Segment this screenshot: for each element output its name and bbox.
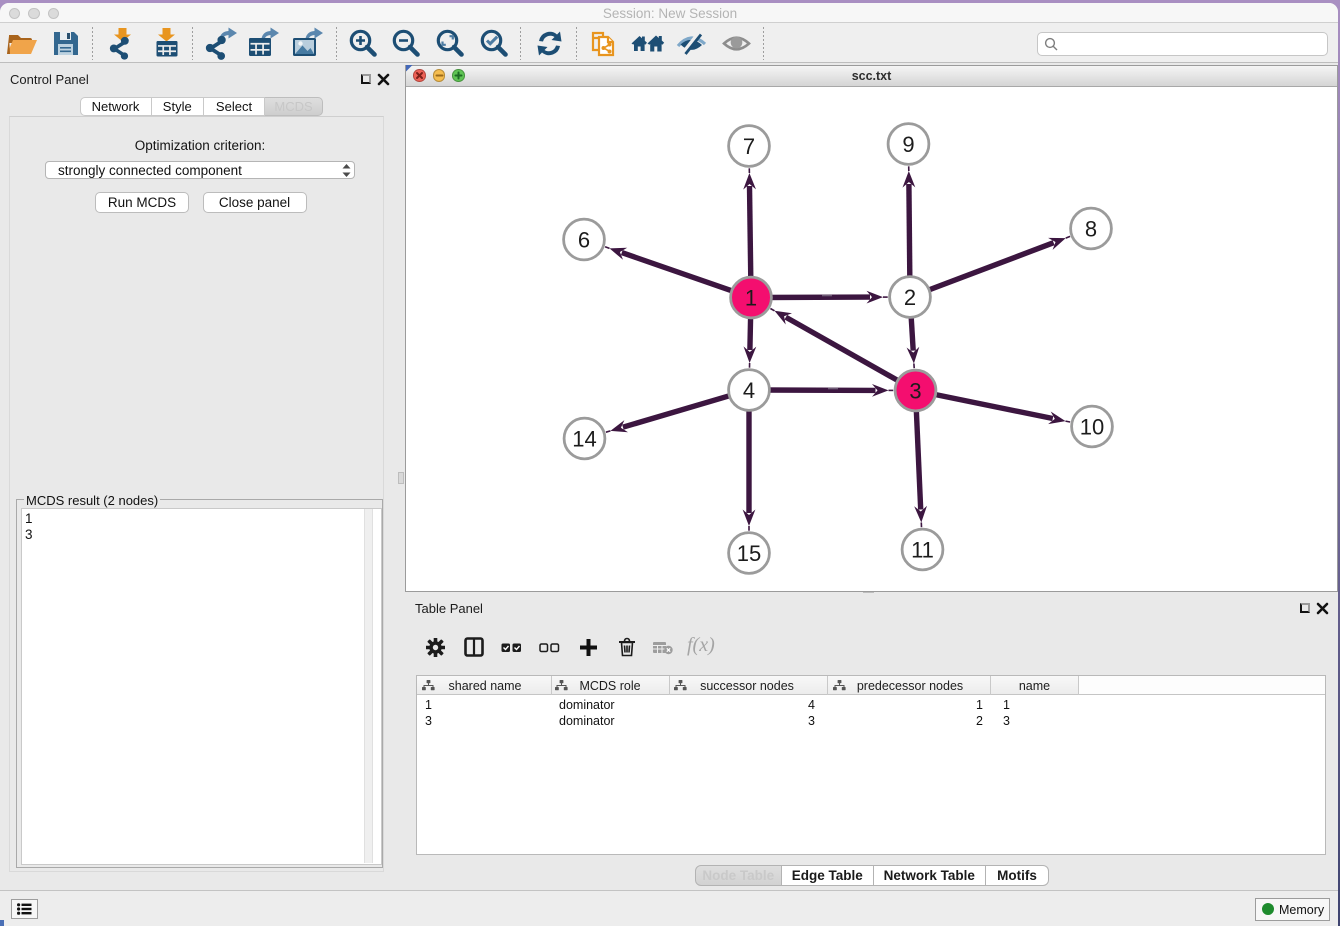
svg-text:7: 7 [743,134,755,159]
svg-text:14: 14 [572,426,596,451]
svg-text:8: 8 [1085,216,1097,241]
svg-text:4: 4 [743,378,755,403]
svg-text:2: 2 [904,285,916,310]
svg-text:10: 10 [1080,414,1104,439]
svg-text:1: 1 [745,285,757,310]
svg-text:6: 6 [578,227,590,252]
svg-text:11: 11 [911,537,934,562]
svg-text:15: 15 [737,541,761,566]
svg-text:9: 9 [902,132,914,157]
svg-text:3: 3 [909,378,921,403]
